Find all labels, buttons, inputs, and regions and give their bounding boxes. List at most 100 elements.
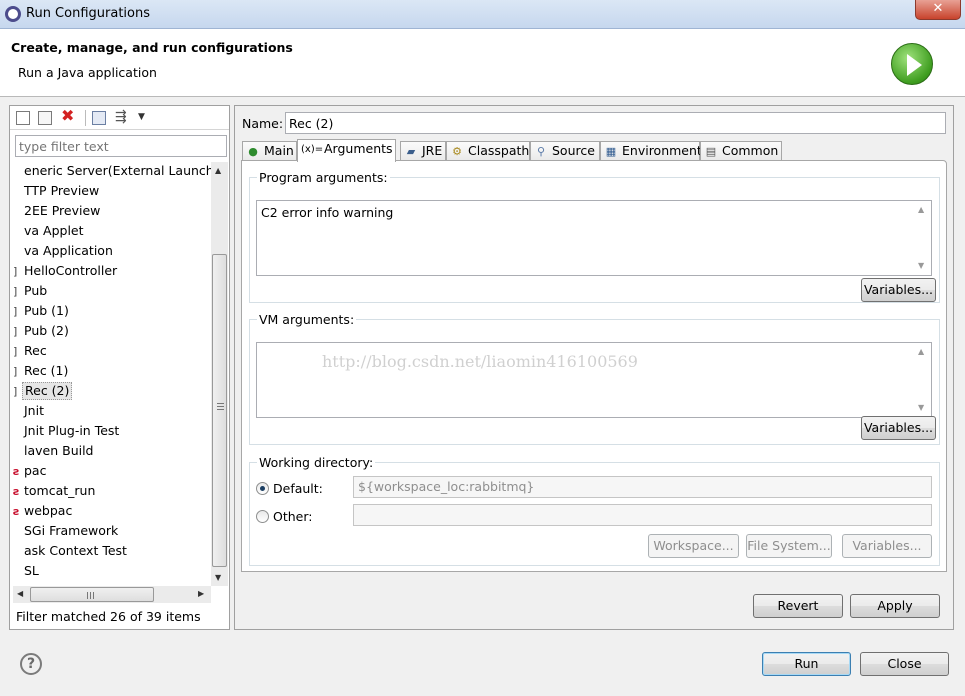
tree-item[interactable]: ] Rec: [13, 342, 211, 362]
tree-item[interactable]: laven Build: [13, 442, 211, 462]
dialog-header: Create, manage, and run configurations R…: [0, 29, 965, 97]
run-button[interactable]: Run: [762, 652, 851, 676]
tree-item[interactable]: ask Context Test: [13, 542, 211, 562]
other-label: Other:: [273, 509, 313, 524]
config-type-icon: ]: [13, 365, 18, 378]
common-tab-icon: ▤: [705, 145, 717, 158]
configuration-tree: eneric Server(External Launch) TTP Previe…: [13, 162, 211, 582]
tree-item[interactable]: ] Rec (1): [13, 362, 211, 382]
tree-item-label: Rec: [24, 343, 47, 358]
tree-item-label: va Application: [24, 243, 113, 258]
tree-item[interactable]: eneric Server(External Launch): [13, 162, 211, 182]
new-configuration-icon[interactable]: [16, 111, 30, 125]
tree-item[interactable]: Jnit: [13, 402, 211, 422]
file-system-button[interactable]: File System...: [746, 534, 832, 558]
program-arguments-group: Program arguments: C2 error info warning…: [249, 170, 940, 303]
scroll-up-arrow-icon[interactable]: ▲: [215, 166, 221, 175]
tab-label: Common: [722, 143, 779, 158]
filter-configurations-icon[interactable]: ⇶: [115, 109, 129, 125]
tab-main[interactable]: ● Main: [242, 141, 297, 161]
tab-classpath[interactable]: ⚙ Classpath: [446, 141, 530, 161]
default-radio[interactable]: [256, 482, 269, 495]
program-arguments-label: Program arguments:: [257, 170, 390, 185]
tree-item[interactable]: va Applet: [13, 222, 211, 242]
tab-common[interactable]: ▤ Common: [700, 141, 782, 161]
tree-item-label: ask Context Test: [24, 543, 127, 558]
directory-variables-button[interactable]: Variables...: [842, 534, 932, 558]
tree-item-label: HelloController: [24, 263, 118, 278]
toolbar-separator: [85, 110, 86, 126]
tab-jre[interactable]: ▰ JRE: [400, 141, 446, 161]
program-arguments-field[interactable]: C2 error info warning ▲ ▼: [256, 200, 932, 276]
other-radio-row[interactable]: Other:: [256, 509, 312, 524]
tree-item-label: Pub (2): [24, 323, 69, 338]
window-close-button[interactable]: ✕: [915, 0, 961, 20]
tree-item[interactable]: ] Rec (2): [13, 382, 211, 402]
tree-item[interactable]: ƨ tomcat_run: [13, 482, 211, 502]
close-button[interactable]: Close: [860, 652, 949, 676]
duplicate-configuration-icon[interactable]: [38, 111, 52, 125]
vm-arguments-scrollbar[interactable]: ▲ ▼: [914, 343, 931, 417]
tree-item[interactable]: va Application: [13, 242, 211, 262]
tree-horizontal-scrollbar[interactable]: ◀ ▶: [13, 586, 211, 603]
scroll-down-arrow-icon[interactable]: ▼: [918, 403, 924, 412]
tree-item-label: tomcat_run: [24, 483, 96, 498]
tab-source[interactable]: ⚲ Source: [530, 141, 600, 161]
tree-item-label: Rec (1): [24, 363, 69, 378]
tree-item-label: Pub (1): [24, 303, 69, 318]
tree-item[interactable]: Jnit Plug-in Test: [13, 422, 211, 442]
config-type-icon: ƨ: [13, 465, 20, 478]
tree-item-label: va Applet: [24, 223, 84, 238]
name-input[interactable]: [285, 112, 946, 134]
tree-vertical-scrollbar[interactable]: ▲ ▼: [211, 162, 228, 586]
name-label: Name:: [242, 116, 284, 131]
tree-item[interactable]: TTP Preview: [13, 182, 211, 202]
tab-label: Source: [552, 143, 595, 158]
view-menu-dropdown-icon[interactable]: ▼: [138, 112, 152, 126]
environment-tab-icon: ▦: [605, 145, 617, 158]
scroll-down-arrow-icon[interactable]: ▼: [918, 261, 924, 270]
arguments-tab-icon: (x)=: [301, 144, 324, 155]
tree-item[interactable]: 2EE Preview: [13, 202, 211, 222]
tree-item-label: Rec (2): [22, 382, 73, 400]
program-arguments-value: C2 error info warning: [261, 205, 394, 220]
tree-item-label: TTP Preview: [24, 183, 100, 198]
main-tab-icon: ●: [248, 145, 258, 158]
tree-item[interactable]: SGi Framework: [13, 522, 211, 542]
other-radio[interactable]: [256, 510, 269, 523]
default-radio-row[interactable]: Default:: [256, 481, 323, 496]
tree-item[interactable]: ] HelloController: [13, 262, 211, 282]
revert-button[interactable]: Revert: [753, 594, 843, 618]
scroll-up-arrow-icon[interactable]: ▲: [918, 205, 924, 214]
scroll-left-arrow-icon[interactable]: ◀: [17, 589, 23, 598]
program-arguments-scrollbar[interactable]: ▲ ▼: [914, 201, 931, 275]
watermark: http://blog.csdn.net/liaomin416100569: [322, 352, 638, 371]
scrollbar-thumb[interactable]: [30, 587, 154, 602]
apply-button[interactable]: Apply: [850, 594, 940, 618]
tree-item[interactable]: ] Pub: [13, 282, 211, 302]
collapse-all-icon[interactable]: [92, 111, 106, 125]
config-type-icon: ƨ: [13, 485, 20, 498]
arguments-tab-content: Program arguments: C2 error info warning…: [241, 160, 947, 572]
tab-arguments[interactable]: (x)= Arguments: [297, 139, 396, 162]
tree-item[interactable]: ] Pub (2): [13, 322, 211, 342]
filter-input[interactable]: [15, 135, 227, 157]
tree-item-label: Jnit: [24, 403, 44, 418]
help-icon[interactable]: ?: [20, 653, 42, 675]
tree-item[interactable]: ] Pub (1): [13, 302, 211, 322]
vm-variables-button[interactable]: Variables...: [861, 416, 936, 440]
tree-item[interactable]: ƨ webpac: [13, 502, 211, 522]
tree-item[interactable]: SL: [13, 562, 211, 582]
scroll-up-arrow-icon[interactable]: ▲: [918, 347, 924, 356]
tree-item-label: pac: [24, 463, 47, 478]
delete-configuration-icon[interactable]: ✖: [61, 108, 75, 124]
tree-item[interactable]: ƨ pac: [13, 462, 211, 482]
scroll-down-arrow-icon[interactable]: ▼: [215, 573, 221, 582]
tab-environment[interactable]: ▦ Environment: [600, 141, 702, 161]
scrollbar-thumb[interactable]: [212, 254, 227, 567]
scroll-right-arrow-icon[interactable]: ▶: [198, 589, 204, 598]
vm-arguments-group: VM arguments: ▲ ▼ http://blog.csdn.net/l…: [249, 312, 940, 445]
program-variables-button[interactable]: Variables...: [861, 278, 936, 302]
workspace-button[interactable]: Workspace...: [648, 534, 739, 558]
default-directory-field: ${workspace_loc:rabbitmq}: [353, 476, 932, 498]
